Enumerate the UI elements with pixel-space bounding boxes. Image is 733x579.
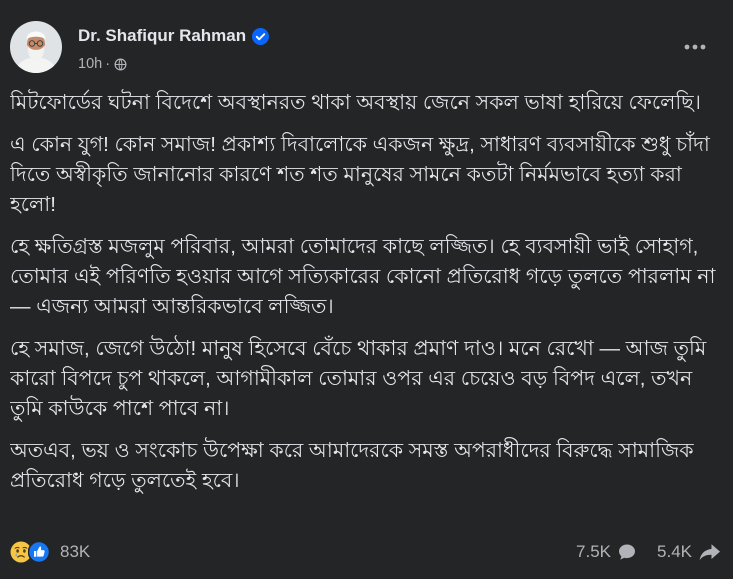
meta-separator: · — [105, 56, 111, 72]
engagement-stats: 7.5K 5.4K — [576, 542, 721, 562]
profile-photo-icon — [10, 21, 62, 73]
post-footer: 83K 7.5K 5.4K — [10, 540, 721, 564]
post-paragraph: মিটফোর্ডের ঘটনা বিদেশে অবস্থানরত থাকা অব… — [10, 91, 701, 114]
share-count[interactable]: 5.4K — [657, 542, 692, 562]
more-options-icon — [684, 44, 706, 50]
author-avatar[interactable] — [10, 21, 62, 73]
reaction-count[interactable]: 83K — [60, 542, 90, 562]
post-paragraph: অতএব, ভয় ও সংকোচ উপেক্ষা করে আমাদেরকে স… — [10, 439, 694, 492]
globe-icon — [114, 58, 127, 71]
comment-count[interactable]: 7.5K — [576, 542, 611, 562]
more-options-button[interactable] — [680, 37, 710, 57]
author-name[interactable]: Dr. Shafiqur Rahman — [78, 26, 246, 46]
post-paragraph: হে সমাজ, জেগে উঠো! মানুষ হিসেবে বেঁচে থা… — [10, 337, 707, 420]
comment-icon — [617, 542, 637, 562]
share-icon — [698, 542, 721, 562]
comments-stat[interactable]: 7.5K — [576, 542, 637, 562]
post-body: মিটফোর্ডের ঘটনা বিদেশে অবস্থানরত থাকা অব… — [10, 88, 722, 530]
post-meta: 10h · — [78, 55, 127, 73]
like-reaction-icon — [28, 541, 50, 563]
verified-badge-icon — [252, 27, 270, 45]
post-paragraph: হে ক্ষতিগ্রস্ত মজলুম পরিবার, আমরা তোমাদে… — [10, 235, 716, 318]
author-row: Dr. Shafiqur Rahman — [78, 25, 270, 47]
shares-stat[interactable]: 5.4K — [657, 542, 721, 562]
facebook-post: Dr. Shafiqur Rahman 10h · মিটফোর্ডের ঘটন… — [0, 0, 733, 579]
post-timestamp[interactable]: 10h — [78, 56, 102, 72]
post-paragraph: এ কোন যুগ! কোন সমাজ! প্রকাশ্য দিবালোকে এ… — [10, 133, 710, 216]
reactions-summary[interactable]: 83K — [10, 541, 90, 563]
